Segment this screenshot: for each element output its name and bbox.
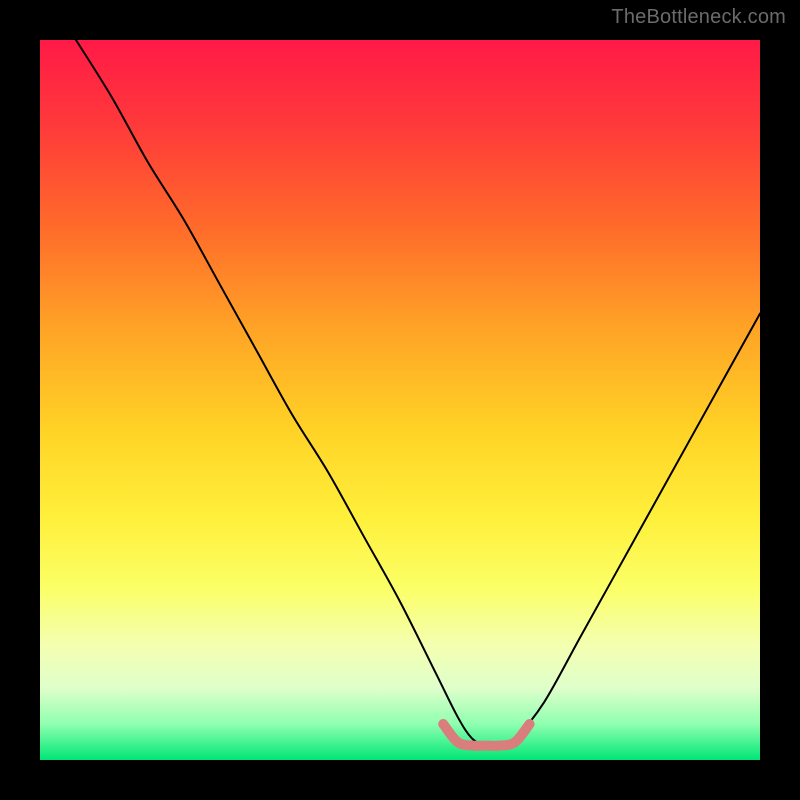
bottleneck-curve: [76, 40, 760, 747]
chart-frame: TheBottleneck.com: [0, 0, 800, 800]
plot-area: [40, 40, 760, 760]
curve-svg: [40, 40, 760, 760]
optimal-range-marker: [443, 724, 529, 746]
watermark-text: TheBottleneck.com: [611, 6, 786, 29]
